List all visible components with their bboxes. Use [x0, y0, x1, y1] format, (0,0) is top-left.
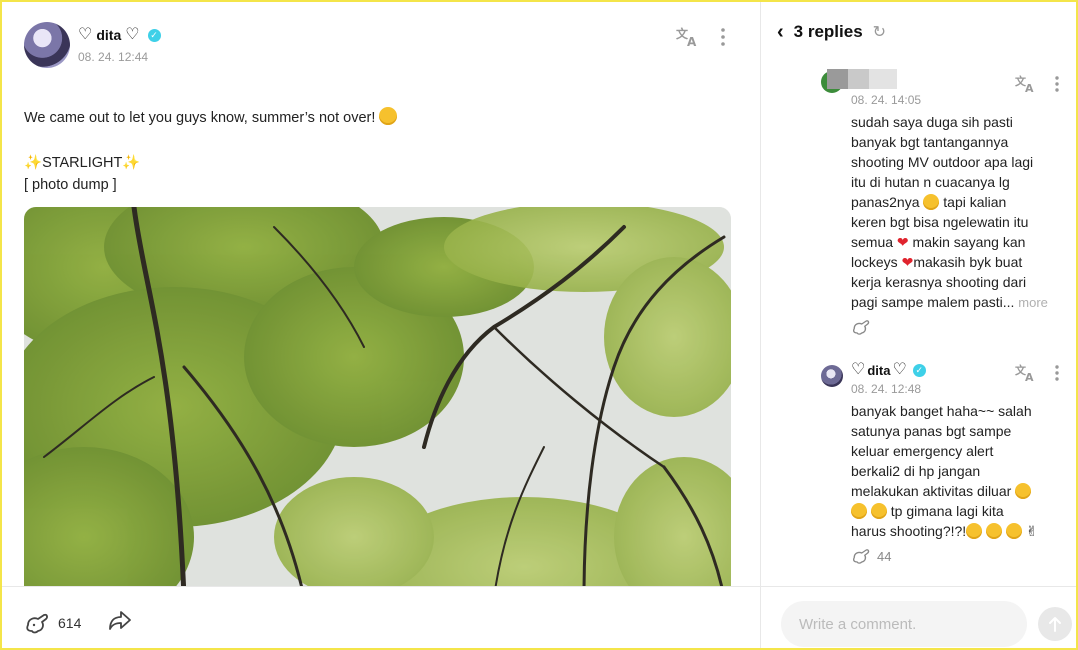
verified-badge-icon: ✓ — [912, 363, 926, 377]
author-row[interactable]: ♡ dita ♡ ✓ — [78, 27, 161, 43]
reply-line: tp gimana lagi kita — [890, 503, 1004, 519]
post-footer: 614 — [2, 586, 760, 648]
reply-line: makasih byk buat — [913, 254, 1023, 270]
reply-line: harus shooting?!?! — [851, 523, 967, 539]
bunny-like-icon[interactable] — [851, 547, 871, 565]
reply-line: pagi sampe malem pasti... — [851, 294, 1015, 310]
like-count: 614 — [58, 615, 82, 631]
post-text-line: [ photo dump ] — [24, 177, 117, 193]
svg-text:A: A — [687, 35, 697, 48]
heart-outline-icon: ♡ — [892, 361, 907, 378]
laughing-emoji-icon — [851, 503, 867, 519]
red-heart-icon: ❤ — [896, 234, 909, 250]
heart-outline-icon: ♡ — [78, 26, 93, 43]
post-timestamp: 08. 24. 12:44 — [78, 50, 149, 64]
replies-panel: ‹ 3 replies ↻ 08. 24. 14:05 文 A sudah sa… — [761, 2, 1076, 586]
reply-line: keren bgt bisa ngelewatin itu — [851, 214, 1029, 230]
blurred-username — [827, 69, 897, 89]
reply-line: banyak banget haha~~ salah — [851, 403, 1032, 419]
translate-icon[interactable]: 文 A — [1015, 363, 1037, 383]
author-name[interactable]: dita — [867, 363, 890, 378]
refresh-icon[interactable]: ↻ — [873, 22, 886, 42]
reply-line: sudah saya duga sih pasti — [851, 114, 1013, 130]
reply-line: semua — [851, 234, 894, 250]
reply-line: kerja kerasnya shooting dari — [851, 274, 1027, 290]
bunny-like-icon[interactable] — [851, 318, 871, 336]
bunny-like-icon[interactable] — [24, 611, 50, 635]
reply-like-button[interactable]: 44 — [851, 547, 891, 565]
reply-text: sudah saya duga sih pasti banyak bgt tan… — [851, 112, 1066, 313]
post-photo[interactable] — [24, 207, 731, 586]
replies-header: ‹ 3 replies ↻ — [777, 22, 886, 42]
replies-title: 3 replies — [793, 22, 863, 41]
sparkle-icon: ✨ — [122, 154, 141, 171]
heart-outline-icon: ♡ — [125, 26, 140, 43]
reply-line: berkali2 di hp jangan — [851, 463, 981, 479]
laughing-emoji-icon — [966, 523, 983, 539]
post-text-line: We came out to let you guys know, summer… — [24, 110, 376, 126]
translate-icon[interactable]: 文 A — [1015, 74, 1037, 94]
like-button[interactable]: 614 — [24, 611, 81, 635]
arrow-up-icon — [1049, 617, 1061, 632]
reply-like-count: 44 — [877, 548, 892, 564]
smile-emoji-icon — [923, 194, 940, 210]
reply-line: melakukan aktivitas diluar — [851, 483, 1012, 499]
more-vertical-icon[interactable] — [1054, 364, 1060, 382]
reply-line: itu di hutan n cuacanya lg — [851, 174, 1010, 190]
svg-text:A: A — [1025, 82, 1034, 94]
comment-footer — [761, 586, 1076, 648]
reply-like-button[interactable] — [851, 318, 871, 336]
sparkle-icon: ✨ — [24, 154, 43, 171]
more-link[interactable]: more — [1018, 295, 1048, 310]
smile-emoji-icon — [379, 107, 398, 125]
laughing-emoji-icon — [1015, 483, 1032, 499]
send-button[interactable] — [1038, 607, 1072, 641]
post-text-line: STARLIGHT — [42, 154, 123, 171]
author-avatar[interactable] — [24, 22, 70, 68]
more-vertical-icon[interactable] — [1054, 75, 1060, 93]
reply-line: lockeys — [851, 254, 898, 270]
reply-avatar[interactable] — [821, 365, 843, 387]
back-chevron-icon[interactable]: ‹ — [777, 22, 784, 42]
author-name[interactable]: dita — [96, 27, 121, 43]
laughing-emoji-icon — [986, 523, 1003, 539]
heart-ribbon-icon: ❤ — [901, 254, 914, 270]
reply-line: shooting MV outdoor apa lagi — [851, 154, 1034, 170]
comment-input[interactable] — [781, 601, 1027, 647]
reply-text: banyak banget haha~~ salah satunya panas… — [851, 401, 1066, 541]
tree-canopy-image — [24, 207, 731, 586]
share-arrow-icon[interactable] — [108, 609, 132, 631]
reply-author[interactable]: ♡ dita ♡ ✓ — [851, 362, 926, 378]
reply-line: keluar emergency alert — [851, 443, 994, 459]
victory-hand-icon: ✌ — [1025, 523, 1038, 539]
svg-text:A: A — [1025, 371, 1034, 383]
translate-icon[interactable]: 文 A — [676, 26, 700, 48]
laughing-emoji-icon — [870, 503, 887, 519]
post-body: We came out to let you guys know, summer… — [24, 107, 398, 197]
reply-line: banyak bgt tantangannya — [851, 134, 1009, 150]
reply-timestamp: 08. 24. 12:48 — [851, 382, 922, 396]
reply-line: makin sayang kan — [912, 234, 1026, 250]
heart-outline-icon: ♡ — [851, 361, 866, 378]
post-panel: ♡ dita ♡ ✓ 08. 24. 12:44 文 A We came out… — [2, 2, 760, 586]
reply-line: panas2nya — [851, 194, 920, 210]
reply-timestamp: 08. 24. 14:05 — [851, 93, 922, 107]
reply-line: satunya panas bgt sampe — [851, 423, 1012, 439]
more-vertical-icon[interactable] — [720, 27, 726, 47]
verified-badge-icon: ✓ — [147, 28, 161, 42]
laughing-emoji-icon — [1005, 523, 1022, 539]
reply-line: tapi kalian — [943, 194, 1007, 210]
